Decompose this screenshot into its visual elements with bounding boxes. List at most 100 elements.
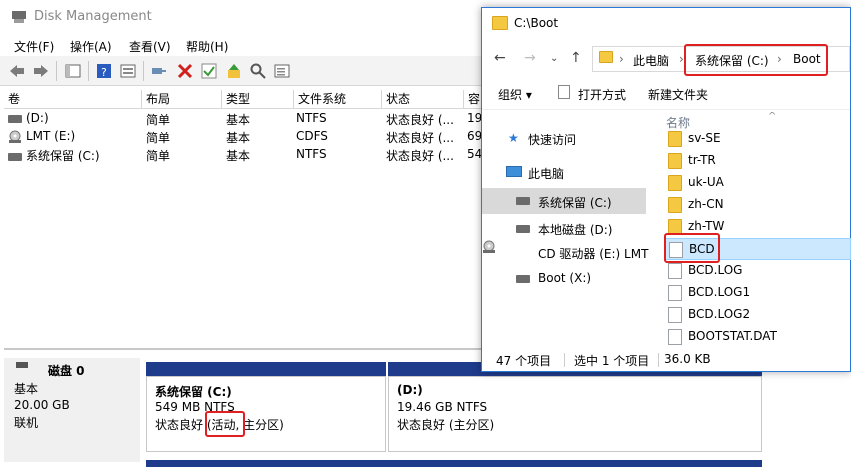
- volume-status: 状态良好 (...: [386, 113, 454, 127]
- active-highlight-box: [205, 411, 245, 437]
- list-item[interactable]: BCD.LOG1: [664, 282, 851, 304]
- svg-text:?: ?: [101, 66, 107, 79]
- file-icon: [668, 263, 682, 279]
- folder-icon: [599, 51, 613, 63]
- nav-label: 系统保留 (C:): [538, 196, 612, 210]
- volume-row[interactable]: (D:) 简单 基本 NTFS 状态良好 (... 19: [4, 110, 504, 128]
- star-icon: ★: [508, 131, 519, 145]
- menu-view[interactable]: 查看(V): [129, 38, 171, 55]
- disk-type: 基本: [14, 382, 39, 396]
- file-name: uk-UA: [688, 175, 724, 189]
- list-item[interactable]: BOOTSTAT.DAT: [664, 326, 851, 348]
- computer-icon: [506, 166, 522, 177]
- column-type[interactable]: 类型: [222, 90, 294, 109]
- column-filesystem[interactable]: 文件系统: [294, 90, 382, 109]
- list-item[interactable]: BCD.LOG2: [664, 304, 851, 326]
- list-view-icon[interactable]: [273, 62, 291, 80]
- column-volume[interactable]: 卷: [4, 90, 142, 109]
- nav-quick-access[interactable]: ★ 快速访问: [482, 126, 646, 150]
- volume-list-header: 卷 布局 类型 文件系统 状态 容: [4, 90, 504, 109]
- menu-file[interactable]: 文件(F): [14, 38, 54, 55]
- nav-system-reserved[interactable]: 系统保留 (C:): [482, 188, 646, 214]
- menu-help[interactable]: 帮助(H): [186, 38, 228, 55]
- partition-status: 状态良好 (主分区): [397, 418, 495, 432]
- volume-capacity: 19: [467, 111, 483, 125]
- disk-name: 磁盘 0: [48, 364, 85, 378]
- folder-icon: [668, 131, 682, 147]
- nav-label: Boot (X:): [538, 271, 592, 285]
- volume-name: (D:): [26, 111, 49, 125]
- back-arrow-icon[interactable]: [8, 62, 26, 80]
- volume-row[interactable]: LMT (E:) 简单 基本 CDFS 状态良好 (... 69: [4, 128, 504, 146]
- new-folder-button[interactable]: 新建文件夹: [648, 86, 708, 103]
- properties-icon[interactable]: [119, 62, 137, 80]
- volume-fs: NTFS: [296, 147, 327, 161]
- cd-icon: [9, 130, 21, 143]
- volume-type: 基本: [226, 131, 251, 145]
- volume-capacity: 54: [467, 147, 483, 161]
- list-item[interactable]: uk-UA: [664, 172, 851, 194]
- file-name: sv-SE: [688, 131, 721, 145]
- sort-caret-icon: ^: [768, 112, 777, 122]
- volume-type: 基本: [226, 113, 251, 127]
- volume-layout: 简单: [146, 113, 171, 127]
- column-layout[interactable]: 布局: [142, 90, 222, 109]
- organize-button[interactable]: 组织 ▾: [498, 86, 532, 103]
- forward-icon[interactable]: →: [524, 50, 536, 66]
- list-item[interactable]: zh-CN: [664, 194, 851, 216]
- partition-d[interactable]: (D:) 19.46 GB NTFS 状态良好 (主分区): [388, 376, 762, 452]
- window-title: Disk Management: [34, 9, 152, 24]
- search-icon[interactable]: [249, 62, 267, 80]
- list-item[interactable]: BCD.LOG: [664, 260, 851, 282]
- partition-name: 系统保留 (C:): [155, 385, 232, 399]
- file-name: BOOTSTAT.DAT: [688, 329, 777, 343]
- file-name: BCD.LOG2: [688, 307, 751, 321]
- disk-0-label[interactable]: 磁盘 0 基本 20.00 GB 联机: [4, 358, 140, 462]
- volume-fs: NTFS: [296, 111, 327, 125]
- check-icon[interactable]: [200, 62, 218, 80]
- file-icon: [668, 285, 682, 301]
- delete-icon[interactable]: [176, 62, 194, 80]
- volume-status: 状态良好 (...: [386, 131, 454, 145]
- volume-row[interactable]: 系统保留 (C:) 简单 基本 NTFS 状态良好 (... 54: [4, 146, 504, 164]
- disk-state: 联机: [14, 416, 39, 430]
- item-count: 47 个项目: [496, 354, 552, 368]
- nav-this-pc[interactable]: 此电脑: [482, 160, 646, 184]
- back-icon[interactable]: ←: [494, 50, 506, 66]
- file-list: 名称 ^ sv-SE tr-TR uk-UA zh-CN zh-TW BCD B…: [652, 112, 851, 348]
- explorer-title-bar: C:\Boot: [482, 8, 850, 38]
- column-status[interactable]: 状态: [382, 90, 464, 109]
- command-bar: 组织 ▾ 打开方式 新建文件夹: [482, 78, 850, 110]
- address-highlight-box: [684, 44, 828, 76]
- file-name: zh-CN: [688, 197, 724, 211]
- recent-dropdown-icon[interactable]: ⌄: [550, 53, 558, 64]
- help-icon[interactable]: ?: [95, 62, 113, 80]
- nav-label: 快速访问: [528, 133, 577, 147]
- nav-label: CD 驱动器 (E:) LMT: [538, 247, 649, 261]
- nav-local-disk-d[interactable]: 本地磁盘 (D:): [482, 216, 646, 240]
- nav-boot-x[interactable]: Boot (X:): [482, 266, 646, 290]
- file-name: BCD.LOG: [688, 263, 743, 277]
- partition-system-reserved[interactable]: 系统保留 (C:) 549 MB NTFS 状态良好 (活动, 主分区): [146, 376, 386, 452]
- explorer-window: C:\Boot ← → ⌄ ↑ › 此电脑 › 系统保留 (C:) › Boot…: [481, 7, 851, 372]
- partition-bar: [146, 362, 386, 376]
- forward-arrow-icon[interactable]: [32, 62, 50, 80]
- menu-action[interactable]: 操作(A): [70, 38, 112, 55]
- connect-icon[interactable]: [150, 62, 168, 80]
- partition-size: 19.46 GB NTFS: [397, 400, 488, 414]
- up-icon[interactable]: [225, 62, 243, 80]
- folder-icon: [668, 153, 682, 169]
- open-with-button[interactable]: 打开方式: [578, 86, 626, 103]
- breadcrumb-this-pc[interactable]: 此电脑: [633, 52, 669, 69]
- nav-cd-drive[interactable]: CD 驱动器 (E:) LMT: [482, 240, 649, 264]
- console-tree-icon[interactable]: [64, 62, 82, 80]
- file-name: zh-TW: [688, 219, 725, 233]
- selected-count: 选中 1 个项目: [574, 354, 650, 368]
- list-item[interactable]: tr-TR: [664, 150, 851, 172]
- list-item[interactable]: sv-SE: [664, 128, 851, 150]
- up-icon[interactable]: ↑: [570, 50, 582, 66]
- file-icon: [668, 307, 682, 323]
- volume-layout: 简单: [146, 149, 171, 163]
- drive-icon: [8, 152, 22, 161]
- volume-layout: 简单: [146, 131, 171, 145]
